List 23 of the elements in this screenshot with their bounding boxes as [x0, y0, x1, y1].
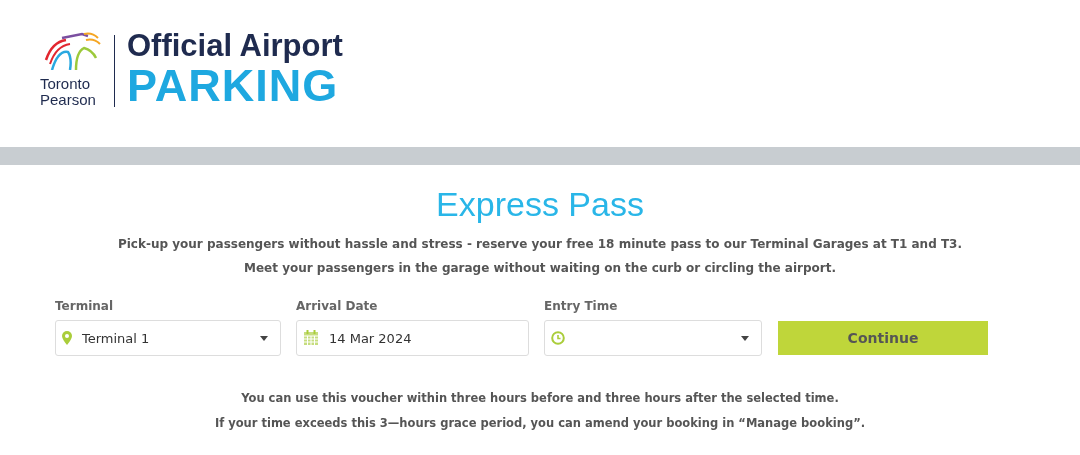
caret-icon [741, 335, 749, 341]
field-label: Entry Time [544, 299, 619, 313]
intro-text: Meet your passengers in the garage without waiting on the curb or circling the airport. [244, 260, 836, 277]
logo-subtitle: PARKING [127, 62, 339, 109]
field-label: Terminal [55, 299, 115, 313]
intro-text: Pick-up your passengers without hassle and stress - reserve your free 18 minute pass to our Terminal Garages at T1 and T3. [117, 236, 963, 253]
org-name: Toronto [40, 75, 91, 92]
select-field[interactable]: Terminal 1 [55, 320, 281, 356]
logo-title: Official Airport [127, 28, 343, 63]
note-text: You can use this voucher within three hours before and three hours after the selected time. [241, 390, 839, 407]
date-field[interactable]: 14 Mar 2024 [296, 320, 529, 356]
caret-icon [260, 335, 268, 341]
page-heading: Express Pass [436, 184, 644, 224]
field-value: 14 Mar 2024 [329, 330, 413, 346]
field-value: Terminal 1 [82, 330, 151, 346]
select-field[interactable] [544, 320, 762, 356]
field-label: Arrival Date [296, 299, 379, 313]
org-name: Pearson [40, 91, 96, 108]
note-text: If your time exceeds this 3—hours grace period, you can amend your booking in “Manage booking”. [214, 415, 866, 432]
continue-button[interactable]: Continue [778, 321, 988, 355]
pin-icon [62, 331, 72, 345]
calendar-icon [303, 330, 319, 346]
clock-icon [551, 331, 565, 345]
